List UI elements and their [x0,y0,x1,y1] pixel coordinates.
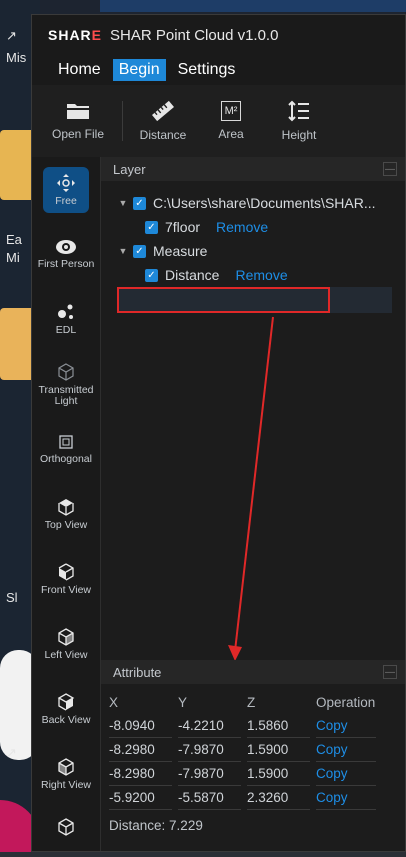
sidebar-item-label: Top View [44,519,88,531]
distance-button[interactable]: Distance [129,100,197,142]
cube-left-icon [58,628,74,646]
cell-y: -4.2210 [178,715,241,738]
desktop-arrow-icon: ↗ [6,28,17,43]
attribute-table: X Y Z Operation -8.0940 -4.2210 1.5860 C… [101,684,405,833]
cell-x: -8.2980 [109,739,172,762]
table-row: -5.9200 -5.5870 2.3260 Copy [109,786,405,810]
distance-readout-value: 7.229 [169,818,203,833]
cell-z: 2.3260 [247,787,310,810]
copy-button[interactable]: Copy [316,715,376,738]
eye-icon [56,240,76,254]
sidebar-item-free[interactable]: Free [32,157,100,222]
desktop-label-fragment: Sl [6,590,18,605]
menu-home[interactable]: Home [52,59,107,81]
cell-y: -5.5870 [178,787,241,810]
copy-button[interactable]: Copy [316,763,376,786]
sidebar-item-label: Left View [44,649,88,661]
cell-z: 1.5860 [247,715,310,738]
sidebar-item-label: Free [55,194,77,207]
sidebar-item-edl[interactable]: EDL [32,287,100,352]
area-button[interactable]: M² Area [197,101,265,141]
cell-y: -7.9870 [178,763,241,786]
sidebar-item-left-view[interactable]: Left View [32,612,100,677]
desktop-top-strip [100,0,406,12]
sidebar-item-bottom-view[interactable] [32,807,100,847]
open-file-button[interactable]: Open File [40,101,116,141]
cell-x: -8.0940 [109,715,172,738]
distance-readout-label: Distance: [109,818,166,833]
table-header: X Y Z Operation [109,690,405,714]
app-title: SHAR Point Cloud v1.0.0 [110,26,279,44]
attribute-panel-title: Attribute [113,664,162,680]
app-logo: SHARE [48,27,103,43]
sidebar-item-right-view[interactable]: Right View [32,742,100,807]
table-row: -8.2980 -7.9870 1.5900 Copy [109,738,405,762]
menu-bar: Home Begin Settings [32,55,405,85]
cube-back-icon [57,693,75,711]
move-icon [57,173,75,192]
desktop-label-fragment: Mi [6,250,20,265]
desktop-label-fragment: Mis [6,50,27,65]
copy-button[interactable]: Copy [316,739,376,762]
cell-x: -8.2980 [109,763,172,786]
cube-top-icon [58,499,74,516]
area-label: Area [218,127,244,141]
toolbar: Open File Distance M² Area Height [32,85,405,158]
dots-icon [58,304,73,319]
collapse-icon[interactable]: — [383,665,397,679]
open-file-label: Open File [51,127,105,141]
column-header: Y [178,694,188,710]
title-bar: SHARE SHAR Point Cloud v1.0.0 [32,15,405,55]
sidebar-item-label: Transmitted Light [38,383,94,407]
sidebar-item-label: First Person [37,258,95,270]
menu-begin[interactable]: Begin [112,59,166,81]
table-row: -8.2980 -7.9870 1.5900 Copy [109,762,405,786]
view-sidebar: Free First Person EDL Transmitted Light … [32,157,101,851]
height-button[interactable]: Height [265,100,333,142]
column-header: Z [247,694,256,710]
table-row: -8.0940 -4.2210 1.5860 Copy [109,714,405,738]
cube-front-icon [58,563,74,581]
attribute-panel-header: Attribute — [101,660,405,684]
sidebar-item-transmitted-light[interactable]: Transmitted Light [32,352,100,417]
cell-x: -5.9200 [109,787,172,810]
cube-outline-icon [58,362,74,381]
menu-settings[interactable]: Settings [172,59,242,81]
folder-icon [67,104,89,119]
cell-y: -7.9870 [178,739,241,762]
cube-bottom-icon [58,818,74,836]
distance-readout: Distance: 7.229 [109,818,405,833]
distance-label: Distance [139,128,187,142]
sidebar-item-label: Right View [41,779,91,791]
toolbar-divider [122,101,123,141]
attribute-panel: Attribute — X Y Z Operation -8.0940 -4.2… [101,660,405,851]
height-label: Height [281,128,317,142]
ruler-icon [152,100,174,122]
sidebar-item-label: Orthogonal [40,453,92,465]
content-area: Layer — ▼ ✓ C:\Users\share\Documents\SHA… [101,157,405,851]
column-header: Operation [316,694,376,710]
desktop-arrow-icon: ↗ [6,745,17,760]
sidebar-item-first-person[interactable]: First Person [32,222,100,287]
sidebar-item-label: Back View [41,714,91,726]
cell-z: 1.5900 [247,763,310,786]
desktop-label-fragment: Ea [6,232,22,247]
cube-right-icon [58,758,74,776]
app-window: SHARE SHAR Point Cloud v1.0.0 Home Begin… [31,14,406,852]
orthogonal-icon [59,435,73,449]
sidebar-item-top-view[interactable]: Top View [32,482,100,547]
sidebar-item-orthogonal[interactable]: Orthogonal [32,417,100,482]
copy-button[interactable]: Copy [316,787,376,810]
sidebar-item-back-view[interactable]: Back View [32,677,100,742]
area-m2-icon: M² [220,101,242,121]
column-header: X [109,694,119,710]
sidebar-item-label: EDL [55,324,77,336]
height-icon [288,100,309,122]
cell-z: 1.5900 [247,739,310,762]
sidebar-item-front-view[interactable]: Front View [32,547,100,612]
sidebar-item-label: Front View [41,584,91,596]
